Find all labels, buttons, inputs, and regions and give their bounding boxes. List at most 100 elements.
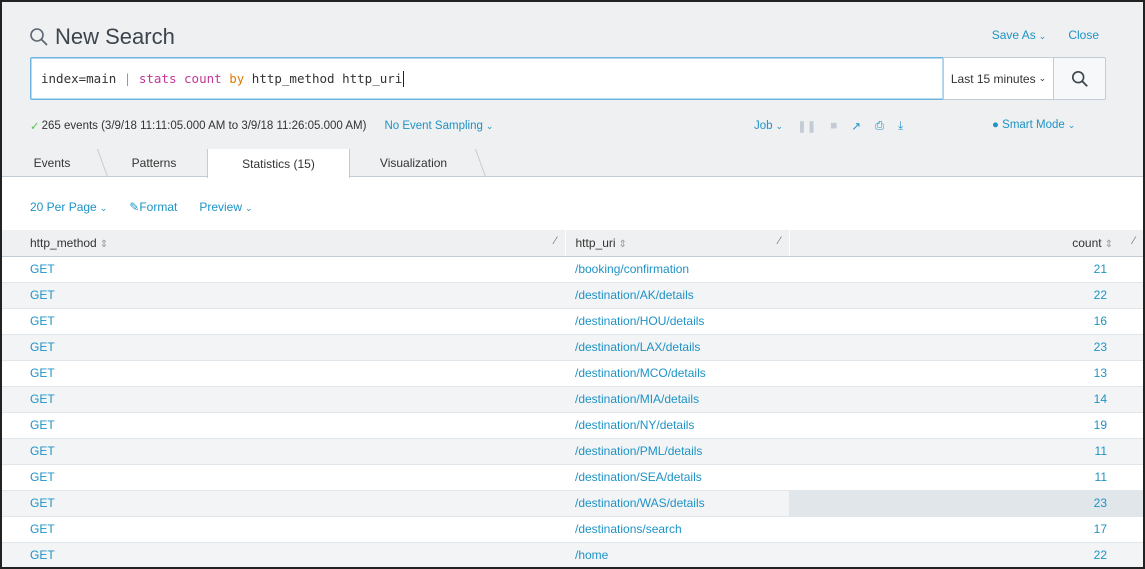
- chevron-down-icon: ⌄: [775, 121, 784, 131]
- search-input[interactable]: index=main | stats count by http_method …: [30, 57, 943, 100]
- search-icon: [1071, 70, 1088, 87]
- table-row[interactable]: GET/destination/MIA/details 14: [2, 386, 1143, 413]
- cell-count[interactable]: 22: [789, 542, 1143, 567]
- pencil-icon[interactable]: ∕: [555, 235, 557, 247]
- cell-count[interactable]: 11: [789, 464, 1143, 491]
- cell-http-uri[interactable]: /destination/PML/details: [565, 438, 789, 465]
- sort-icon[interactable]: ⇕: [619, 239, 627, 250]
- cell-count[interactable]: 13: [789, 360, 1143, 387]
- tab-label: Visualization: [379, 156, 448, 170]
- table-row[interactable]: GET/destinations/search 17: [2, 516, 1143, 543]
- cell-http-uri[interactable]: /destinations/search: [565, 516, 789, 543]
- cell-http-method[interactable]: GET: [2, 542, 565, 567]
- table-row[interactable]: GET/destination/LAX/details 23: [2, 334, 1143, 361]
- results-toolbar: 20 Per Page ⌄ ✎Format Preview ⌄: [30, 200, 253, 214]
- tab-label: Statistics (15): [242, 156, 315, 171]
- query-fields: http_method http_uri: [251, 71, 403, 86]
- cell-count[interactable]: 17: [789, 516, 1143, 543]
- cell-http-uri[interactable]: /destination/AK/details: [565, 282, 789, 309]
- pencil-icon[interactable]: ∕: [1133, 235, 1135, 247]
- table-row[interactable]: GET/destination/PML/details 11: [2, 438, 1143, 465]
- time-range-picker[interactable]: Last 15 minutes ⌄: [943, 57, 1054, 100]
- cell-http-uri[interactable]: /booking/confirmation: [565, 256, 789, 283]
- chevron-down-icon: ⌄: [485, 121, 494, 131]
- cell-http-method[interactable]: GET: [2, 412, 565, 439]
- preview-menu[interactable]: Preview ⌄: [199, 200, 252, 214]
- tab-statistics[interactable]: Statistics (15): [207, 149, 350, 178]
- cell-http-uri[interactable]: /destination/SEA/details: [565, 464, 789, 491]
- table-row[interactable]: GET/home 22: [2, 542, 1143, 567]
- cell-count[interactable]: 16: [789, 308, 1143, 335]
- cell-http-method[interactable]: GET: [2, 490, 565, 517]
- job-label: Job: [754, 120, 773, 132]
- cell-http-method[interactable]: GET: [2, 360, 565, 387]
- cell-http-uri[interactable]: /destination/MCO/details: [565, 360, 789, 387]
- cell-count[interactable]: 14: [789, 386, 1143, 413]
- stop-icon[interactable]: ■: [830, 120, 837, 132]
- sort-icon[interactable]: ⇕: [100, 239, 108, 250]
- search-mode-label: Smart Mode: [1002, 119, 1065, 131]
- event-sampling-label: No Event Sampling: [384, 120, 483, 132]
- cell-count[interactable]: 23: [789, 334, 1143, 361]
- column-header-count[interactable]: count ⇕ ∕: [789, 230, 1143, 257]
- cell-http-method[interactable]: GET: [2, 464, 565, 491]
- cell-count[interactable]: 19: [789, 412, 1143, 439]
- sort-icon[interactable]: ⇕: [1105, 239, 1113, 250]
- query-by: by: [229, 71, 245, 86]
- table-row[interactable]: GET/booking/confirmation 21: [2, 256, 1143, 283]
- cell-http-uri[interactable]: /destination/NY/details: [565, 412, 789, 439]
- event-sampling-menu[interactable]: No Event Sampling ⌄: [384, 120, 493, 132]
- chevron-down-icon: ⌄: [1038, 31, 1047, 41]
- column-header-label: count: [1072, 235, 1102, 250]
- checkmark-icon: ✓: [30, 121, 40, 133]
- cell-http-method[interactable]: GET: [2, 256, 565, 283]
- cell-count[interactable]: 22: [789, 282, 1143, 309]
- cell-http-method[interactable]: GET: [2, 386, 565, 413]
- cell-http-method[interactable]: GET: [2, 308, 565, 335]
- time-range-label: Last 15 minutes: [950, 71, 1036, 86]
- cell-http-method[interactable]: GET: [2, 516, 565, 543]
- tab-visualization[interactable]: Visualization: [352, 149, 475, 177]
- search-mode-menu[interactable]: ● Smart Mode ⌄: [992, 119, 1075, 131]
- cell-http-uri[interactable]: /home: [565, 542, 789, 567]
- pencil-icon[interactable]: ∕: [779, 235, 781, 247]
- text-caret: [403, 70, 405, 87]
- cell-count[interactable]: 21: [789, 256, 1143, 283]
- print-icon[interactable]: ⎙: [875, 120, 884, 133]
- cell-http-method[interactable]: GET: [2, 438, 565, 465]
- table-body: GET/booking/confirmation 21 GET/destinatio…: [2, 256, 1143, 567]
- cell-http-uri[interactable]: /destination/HOU/details: [565, 308, 789, 335]
- job-menu[interactable]: Job ⌄: [754, 120, 783, 132]
- format-menu[interactable]: ✎Format: [129, 200, 177, 214]
- per-page-menu[interactable]: 20 Per Page ⌄: [30, 200, 107, 214]
- cell-http-uri[interactable]: /destination/WAS/details: [565, 490, 789, 517]
- column-header-http-method[interactable]: http_method ⇕ ∕: [2, 230, 566, 257]
- table-row[interactable]: GET/destination/WAS/details 23: [2, 490, 1143, 517]
- search-button[interactable]: [1054, 57, 1106, 100]
- page-title-text: New Search: [55, 24, 175, 49]
- column-header-label: http_uri: [575, 235, 616, 250]
- table-row[interactable]: GET/destination/MCO/details 13: [2, 360, 1143, 387]
- cell-http-method[interactable]: GET: [2, 334, 565, 361]
- export-icon[interactable]: ⤓: [898, 120, 903, 133]
- pause-icon[interactable]: ❚❚: [797, 119, 816, 133]
- cell-count[interactable]: 23: [789, 490, 1143, 517]
- close-link[interactable]: Close: [1068, 28, 1099, 42]
- query-pipe: |: [123, 71, 132, 86]
- save-as-menu[interactable]: Save As ⌄: [992, 28, 1047, 42]
- tab-label: Events: [33, 156, 71, 170]
- chevron-down-icon: ⌄: [245, 203, 253, 213]
- share-icon[interactable]: ↗: [851, 119, 861, 133]
- table-row[interactable]: GET/destination/SEA/details 11: [2, 464, 1143, 491]
- table-row[interactable]: GET/destination/NY/details 19: [2, 412, 1143, 439]
- table-row[interactable]: GET/destination/HOU/details 16: [2, 308, 1143, 335]
- cell-http-method[interactable]: GET: [2, 282, 565, 309]
- chevron-down-icon: ⌄: [1038, 73, 1047, 83]
- tab-patterns[interactable]: Patterns: [104, 149, 204, 177]
- cell-count[interactable]: 11: [789, 438, 1143, 465]
- cell-http-uri[interactable]: /destination/LAX/details: [565, 334, 789, 361]
- cell-http-uri[interactable]: /destination/MIA/details: [565, 386, 789, 413]
- tab-events[interactable]: Events: [2, 149, 102, 177]
- column-header-http-uri[interactable]: http_uri ⇕ ∕: [565, 230, 790, 257]
- table-row[interactable]: GET/destination/AK/details 22: [2, 282, 1143, 309]
